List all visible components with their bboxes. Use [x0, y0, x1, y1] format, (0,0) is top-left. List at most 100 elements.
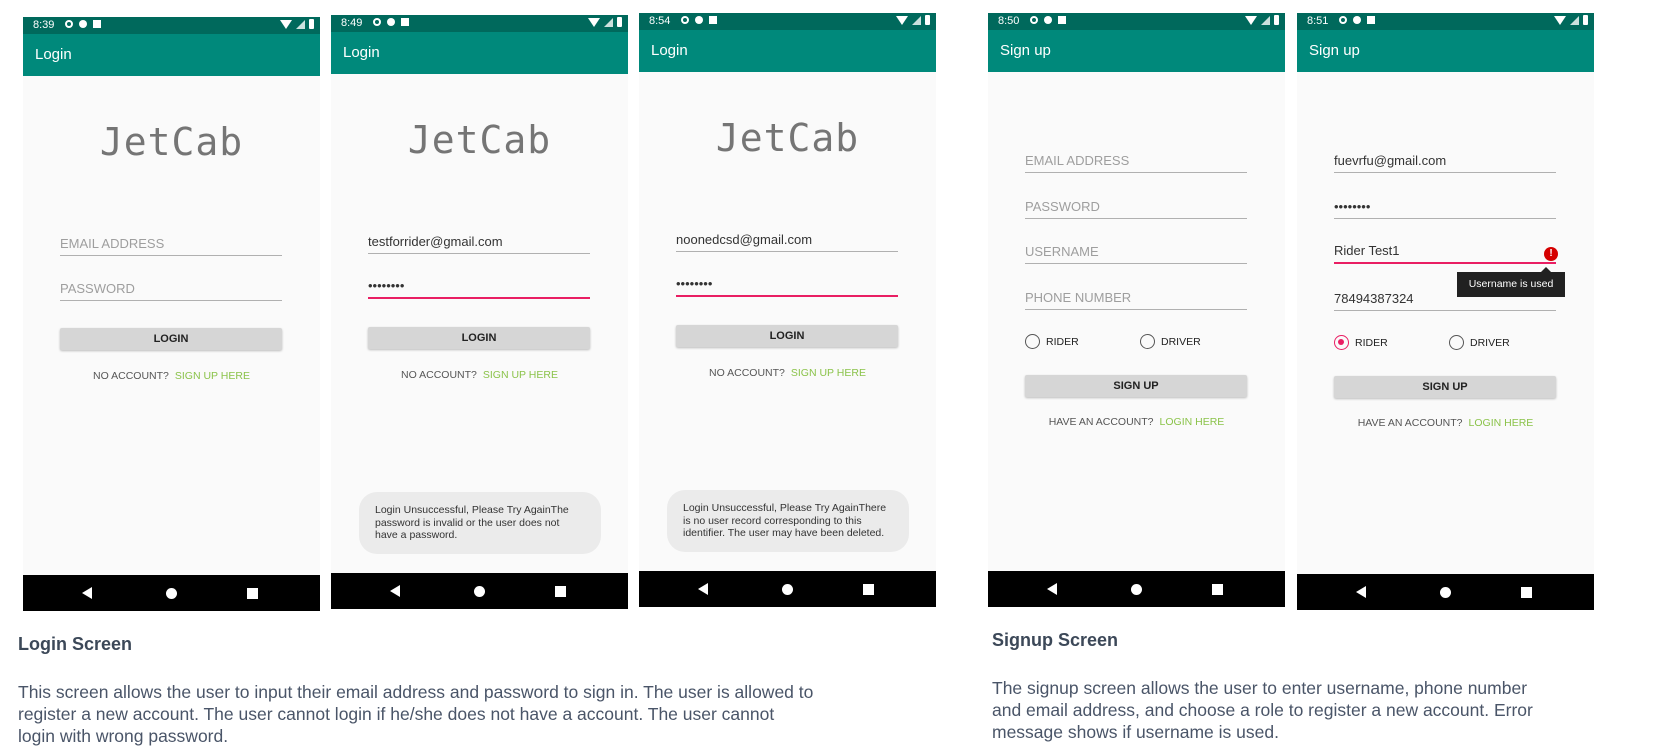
status-bar: 8:39	[23, 17, 320, 34]
page-title: Sign up	[1000, 42, 1051, 59]
radio-circle	[1025, 334, 1040, 349]
prompt-text: NO ACCOUNT?	[93, 370, 169, 382]
signup-screen-username-used: 8:51 Sign up fuevrfu@gmail.com •••••••• …	[1297, 13, 1594, 610]
email-field[interactable]: EMAIL ADDRESS	[60, 230, 282, 256]
prompt-text: NO ACCOUNT?	[709, 367, 785, 379]
rider-radio[interactable]: RIDER	[1025, 334, 1079, 349]
password-field[interactable]: PASSWORD	[1025, 193, 1247, 219]
app-logo: JetCab	[407, 118, 552, 162]
shield-icon	[79, 20, 87, 28]
error-toast: Login Unsuccessful, Please Try AgainTher…	[667, 490, 909, 552]
password-field[interactable]: ••••••••	[368, 273, 590, 299]
gear-icon	[1030, 16, 1038, 24]
nav-bar	[23, 575, 320, 611]
recents-icon[interactable]	[1212, 584, 1223, 595]
login-prompt: HAVE AN ACCOUNT? LOGIN HERE	[988, 416, 1285, 428]
battery-icon	[1583, 15, 1588, 25]
login-prompt: HAVE AN ACCOUNT? LOGIN HERE	[1297, 417, 1594, 429]
signup-caption-line: and email address, and choose a role to …	[992, 700, 1533, 720]
phone-field[interactable]: 78494387324	[1334, 285, 1556, 311]
recents-icon[interactable]	[1521, 587, 1532, 598]
battery-icon	[1274, 15, 1279, 25]
login-caption-line: register a new account. The user cannot …	[18, 704, 775, 724]
signal-icon	[604, 17, 613, 27]
sim-icon	[709, 16, 717, 24]
login-link[interactable]: LOGIN HERE	[1469, 417, 1534, 429]
password-field[interactable]: PASSWORD	[60, 275, 282, 301]
prompt-text: HAVE AN ACCOUNT?	[1357, 417, 1463, 429]
password-field[interactable]: ••••••••	[1334, 193, 1556, 219]
home-icon[interactable]	[782, 584, 793, 595]
shield-icon	[1353, 16, 1361, 24]
signup-caption-line: message shows if username is used.	[992, 722, 1279, 742]
signup-button[interactable]: SIGN UP	[1025, 375, 1247, 397]
status-bar: 8:49	[331, 15, 628, 32]
app-bar: Sign up	[1297, 30, 1594, 72]
email-field[interactable]: noonedcsd@gmail.com	[676, 226, 898, 252]
radio-circle	[1449, 335, 1464, 350]
sim-icon	[1367, 16, 1375, 24]
username-field[interactable]: Rider Test1	[1334, 238, 1556, 264]
page-title: Sign up	[1309, 42, 1360, 59]
back-icon[interactable]	[82, 587, 92, 599]
status-bar: 8:50	[988, 13, 1285, 30]
signup-link[interactable]: SIGN UP HERE	[483, 369, 558, 381]
recents-icon[interactable]	[863, 584, 874, 595]
driver-radio[interactable]: DRIVER	[1140, 334, 1201, 349]
wifi-icon	[896, 15, 908, 25]
login-button[interactable]: LOGIN	[60, 328, 282, 350]
email-field[interactable]: testforrider@gmail.com	[368, 228, 590, 254]
wifi-icon	[1554, 15, 1566, 25]
back-icon[interactable]	[1356, 586, 1366, 598]
signal-icon	[296, 19, 305, 29]
role-radio-group: RIDER DRIVER	[1334, 334, 1574, 352]
password-field[interactable]: ••••••••	[676, 271, 898, 297]
signup-link[interactable]: SIGN UP HERE	[791, 367, 866, 379]
recents-icon[interactable]	[247, 588, 258, 599]
home-icon[interactable]	[166, 588, 177, 599]
signal-icon	[1570, 15, 1579, 25]
shield-icon	[387, 18, 395, 26]
gear-icon	[1339, 16, 1347, 24]
home-icon[interactable]	[1131, 584, 1142, 595]
username-field[interactable]: USERNAME	[1025, 238, 1247, 264]
app-bar: Login	[331, 32, 628, 74]
nav-bar	[988, 571, 1285, 607]
home-icon[interactable]	[474, 586, 485, 597]
back-icon[interactable]	[1047, 583, 1057, 595]
signup-caption-title: Signup Screen	[992, 630, 1119, 650]
app-logo: JetCab	[99, 120, 244, 164]
login-button[interactable]: LOGIN	[676, 325, 898, 347]
signup-link[interactable]: SIGN UP HERE	[175, 370, 250, 382]
status-time: 8:54	[649, 15, 671, 27]
signup-prompt: NO ACCOUNT? SIGN UP HERE	[23, 370, 320, 382]
home-icon[interactable]	[1440, 587, 1451, 598]
recents-icon[interactable]	[555, 586, 566, 597]
gear-icon	[65, 20, 73, 28]
status-time: 8:51	[1307, 15, 1329, 27]
phone-field[interactable]: PHONE NUMBER	[1025, 284, 1247, 310]
signup-prompt: NO ACCOUNT? SIGN UP HERE	[331, 369, 628, 381]
login-link[interactable]: LOGIN HERE	[1160, 416, 1225, 428]
back-icon[interactable]	[390, 585, 400, 597]
login-screen-wrong-password: 8:49 Login JetCab testforrider@gmail.com…	[331, 15, 628, 609]
login-button[interactable]: LOGIN	[368, 327, 590, 349]
signup-button[interactable]: SIGN UP	[1334, 376, 1556, 398]
sim-icon	[401, 18, 409, 26]
signal-icon	[912, 15, 921, 25]
email-field[interactable]: EMAIL ADDRESS	[1025, 147, 1247, 173]
login-screen-no-user: 8:54 Login JetCab noonedcsd@gmail.com ••…	[639, 13, 936, 607]
rider-radio[interactable]: RIDER	[1334, 335, 1388, 350]
page-title: Login	[343, 44, 380, 61]
login-screen-empty: 8:39 Login JetCab EMAIL ADDRESS PASSWORD…	[23, 17, 320, 611]
status-bar: 8:51	[1297, 13, 1594, 30]
signal-icon	[1261, 15, 1270, 25]
driver-radio[interactable]: DRIVER	[1449, 335, 1510, 350]
login-caption-title: Login Screen	[18, 634, 133, 654]
status-time: 8:49	[341, 17, 363, 29]
signup-screen-empty: 8:50 Sign up EMAIL ADDRESS PASSWORD USER…	[988, 13, 1285, 607]
back-icon[interactable]	[698, 583, 708, 595]
app-bar: Login	[639, 30, 936, 72]
email-field[interactable]: fuevrfu@gmail.com	[1334, 147, 1556, 173]
radio-circle-selected	[1334, 335, 1349, 350]
